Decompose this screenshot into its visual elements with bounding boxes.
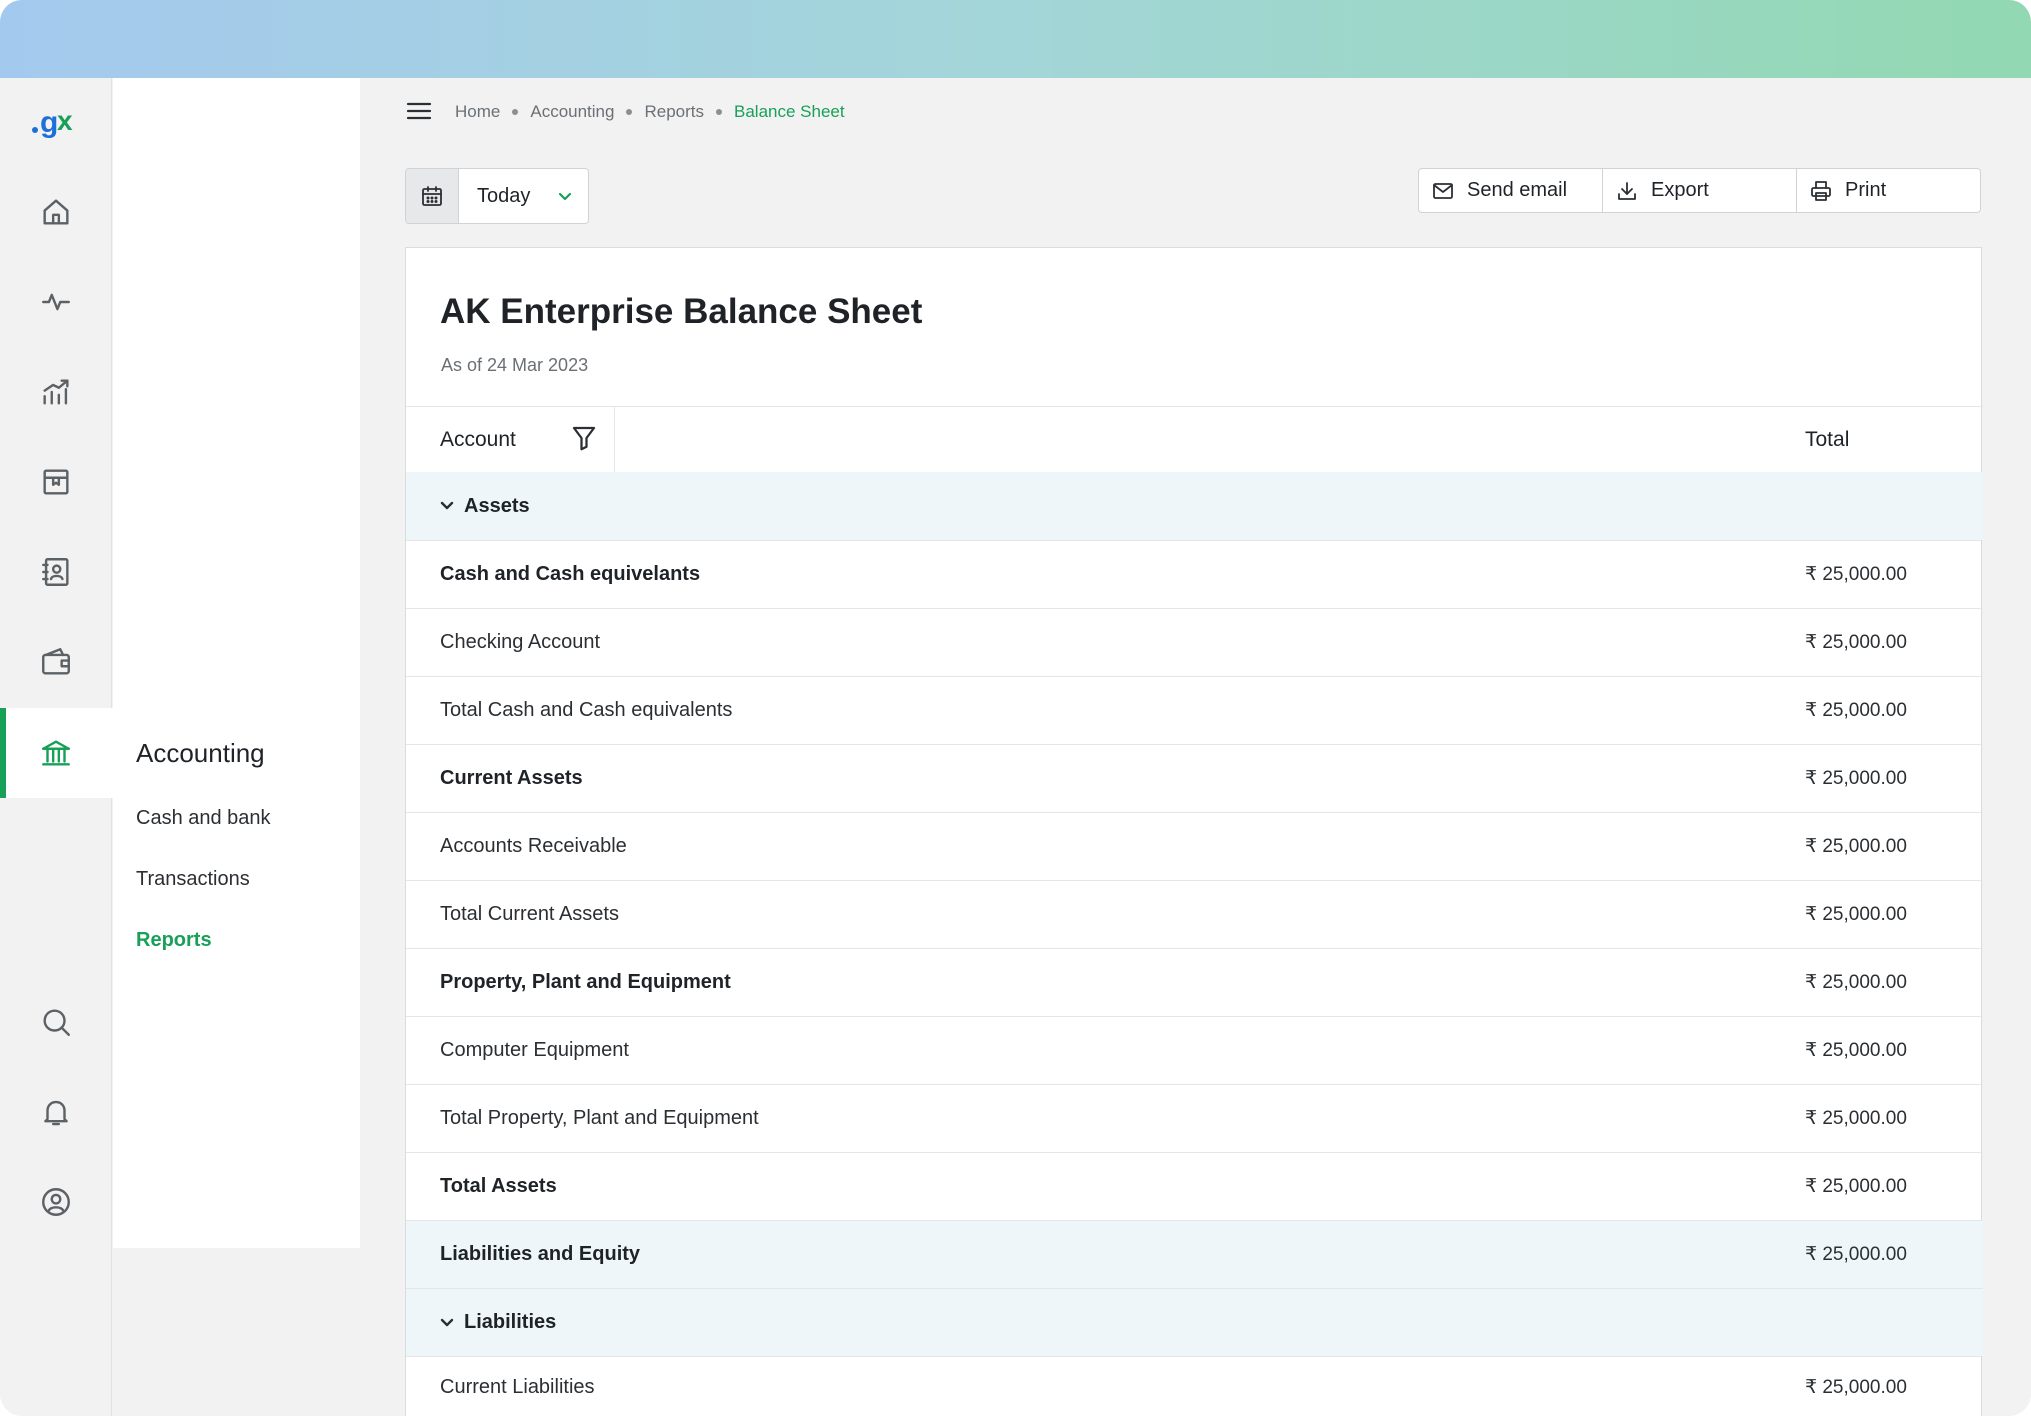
row-amount: ₹ 25,000.00 [1805,632,1907,653]
row-amount: ₹ 25,000.00 [1805,1108,1907,1129]
filter-icon[interactable] [569,423,599,453]
print-button[interactable]: Print [1797,169,1980,212]
svg-text:g: g [40,106,58,139]
row-label: Total Cash and Cash equivalents [440,699,733,721]
home-icon[interactable] [32,188,80,236]
chart-icon[interactable] [32,368,80,416]
contacts-icon[interactable] [32,548,80,596]
row-label: Cash and Cash equivelants [440,563,701,585]
table-row: Property, Plant and Equipment ₹ 25,000.0… [406,948,1983,1016]
row-label: Property, Plant and Equipment [440,971,731,993]
search-icon[interactable] [32,998,80,1046]
print-label: Print [1845,179,1887,201]
table-header: Account Total [406,406,1983,473]
row-amount: ₹ 25,000.00 [1805,564,1907,585]
section-row-liabilities[interactable]: Liabilities [406,1288,1983,1356]
breadcrumb-current: Balance Sheet [734,102,845,121]
breadcrumb-accounting[interactable]: Accounting [530,102,614,122]
chevron-down-icon [440,1318,454,1326]
breadcrumb: Home Accounting Reports Balance Sheet [455,102,845,122]
table-row: Liabilities and Equity ₹ 25,000.00 [406,1220,1983,1288]
row-amount: ₹ 25,000.00 [1805,1040,1907,1061]
sub-navigation: Accounting Cash and bank Transactions Re… [113,78,360,1248]
rail-item-accounting[interactable] [0,708,114,798]
report-title: AK Enterprise Balance Sheet [440,292,923,331]
export-button[interactable]: Export [1603,169,1797,212]
breadcrumb-separator [512,109,519,115]
app-logo[interactable]: g x [28,100,84,144]
column-divider [614,407,615,473]
row-label: Computer Equipment [440,1039,629,1061]
svg-text:x: x [57,105,73,136]
table-row: Total Current Assets ₹ 25,000.00 [406,880,1983,948]
chevron-down-icon [542,169,588,223]
inventory-icon[interactable] [32,458,80,506]
table-row: Total Property, Plant and Equipment ₹ 25… [406,1084,1983,1152]
row-label: Total Property, Plant and Equipment [440,1107,759,1129]
row-amount: ₹ 25,000.00 [1805,836,1907,857]
table-row: Total Assets ₹ 25,000.00 [406,1152,1983,1220]
download-icon [1618,181,1636,200]
column-header-total: Total [1805,427,1850,451]
table-row: Current Liabilities ₹ 25,000.00 [406,1356,1983,1416]
subnav-item-cash-and-bank[interactable]: Cash and bank [136,807,271,830]
row-amount: ₹ 25,000.00 [1805,904,1907,925]
table-row: Current Assets ₹ 25,000.00 [406,744,1983,812]
chevron-down-icon [440,501,454,510]
table-row: Cash and Cash equivelants ₹ 25,000.00 [406,540,1983,608]
menu-icon[interactable] [406,98,432,124]
table-row: Accounts Receivable ₹ 25,000.00 [406,812,1983,880]
report-actions: Send email Export Print [1418,168,1981,213]
breadcrumb-home[interactable]: Home [455,102,500,122]
breadcrumb-reports[interactable]: Reports [644,102,704,122]
table-row: Checking Account ₹ 25,000.00 [406,608,1983,676]
report-date: As of 24 Mar 2023 [441,355,589,375]
date-filter-value: Today [477,184,531,207]
subnav-item-reports[interactable]: Reports [136,929,212,952]
subnav-item-transactions[interactable]: Transactions [136,868,250,891]
row-amount: ₹ 25,000.00 [1805,1244,1907,1265]
row-label: Checking Account [440,631,601,653]
row-amount: ₹ 25,000.00 [1805,768,1907,789]
icon-rail: g x [0,78,114,1416]
row-label: Assets [464,494,530,517]
row-label: Total Assets [440,1175,557,1197]
top-banner [0,0,2031,78]
send-email-button[interactable]: Send email [1419,169,1603,212]
bank-icon [32,729,80,777]
breadcrumb-separator [716,109,723,115]
breadcrumb-separator [626,109,633,115]
subnav-title: Accounting [136,738,265,768]
activity-icon[interactable] [32,278,80,326]
export-label: Export [1651,179,1709,201]
row-amount: ₹ 25,000.00 [1805,700,1907,721]
calendar-icon [406,169,459,223]
row-label: Current Assets [440,767,583,789]
send-email-label: Send email [1467,179,1568,201]
wallet-icon[interactable] [32,638,80,686]
row-label: Total Current Assets [440,903,619,925]
table-row: Total Cash and Cash equivalents ₹ 25,000… [406,676,1983,744]
row-label: Liabilities [464,1311,557,1333]
row-amount: ₹ 25,000.00 [1805,1176,1907,1197]
row-label: Accounts Receivable [440,835,627,857]
row-amount: ₹ 25,000.00 [1805,1376,1907,1398]
bell-icon[interactable] [32,1088,80,1136]
section-row-assets[interactable]: Assets [406,472,1983,540]
app-window: g x Accounting Cash and bank Transaction… [0,0,2031,1416]
profile-icon[interactable] [32,1178,80,1226]
table-row: Computer Equipment ₹ 25,000.00 [406,1016,1983,1084]
row-label: Current Liabilities [440,1375,595,1398]
row-amount: ₹ 25,000.00 [1805,972,1907,993]
printer-icon [1811,180,1831,201]
column-header-account: Account [440,427,516,451]
row-label: Liabilities and Equity [440,1243,641,1265]
date-filter-dropdown[interactable]: Today [405,168,589,224]
mail-icon [1433,182,1453,199]
report-card: AK Enterprise Balance Sheet As of 24 Mar… [405,247,1983,1416]
